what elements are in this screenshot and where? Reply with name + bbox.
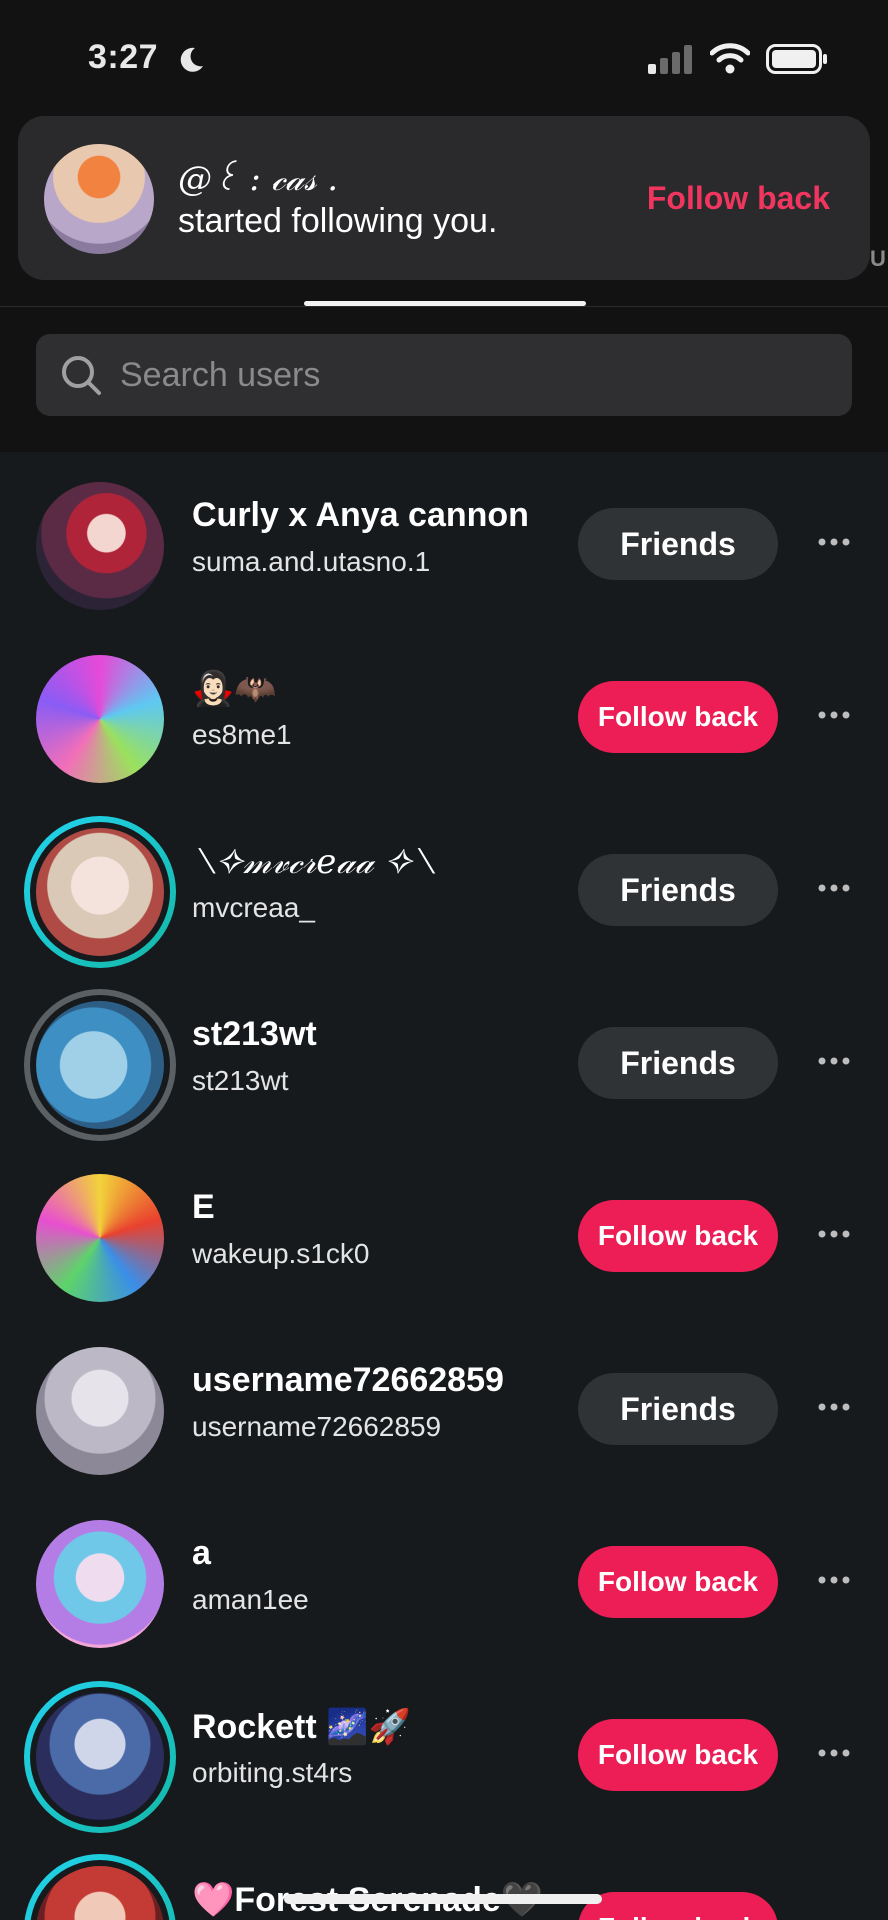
more-options-icon[interactable] <box>816 882 852 894</box>
user-row[interactable]: Curly x Anya cannon suma.and.utasno.1 Fr… <box>0 452 888 624</box>
more-options-icon[interactable] <box>816 1574 852 1586</box>
user-display-name: Rockett 🌌🚀 <box>192 1708 411 1746</box>
search-icon <box>62 356 101 395</box>
user-row[interactable]: a aman1ee Follow back <box>0 1490 888 1662</box>
friends-button[interactable]: Friends <box>578 1373 778 1445</box>
friends-button[interactable]: Friends <box>578 854 778 926</box>
active-tab-indicator <box>304 301 586 306</box>
more-options-icon[interactable] <box>816 536 852 548</box>
user-handle: es8me1 <box>192 719 292 750</box>
user-handle: aman1ee <box>192 1584 309 1615</box>
user-handle: suma.and.utasno.1 <box>192 546 431 577</box>
user-row[interactable]: st213wt st213wt Friends <box>0 971 888 1143</box>
avatar[interactable] <box>36 1520 164 1648</box>
moon-icon <box>180 47 203 72</box>
more-options-icon[interactable] <box>816 1228 852 1240</box>
story-ring[interactable] <box>24 1681 176 1833</box>
wifi-icon <box>710 43 750 74</box>
avatar[interactable] <box>36 482 164 610</box>
follow-back-button[interactable]: Follow back <box>578 1892 778 1920</box>
more-options-icon[interactable] <box>816 709 852 721</box>
avatar <box>36 1001 164 1129</box>
user-handle: st213wt <box>192 1065 289 1096</box>
user-row[interactable]: ⟍✧𝓂𝓋𝒸𝓇𝑒𝒶𝒶 ✧⟍ mvcreaa_ Friends <box>0 798 888 970</box>
edge-tab-letter: U <box>870 246 886 271</box>
home-indicator[interactable] <box>284 1894 602 1904</box>
user-row[interactable]: 🩷Forest Serenade🖤 Follow back <box>0 1836 888 1920</box>
search-bar[interactable] <box>36 334 852 416</box>
notification-avatar <box>44 144 154 254</box>
follow-back-button[interactable]: Follow back <box>578 1200 778 1272</box>
user-handle: orbiting.st4rs <box>192 1757 353 1788</box>
user-row[interactable]: 🧛🏻‍♀️🦇 es8me1 Follow back <box>0 625 888 797</box>
notification-username: @꒰ : 𝒸𝒶𝓈 . <box>178 159 339 199</box>
avatar[interactable] <box>36 1174 164 1302</box>
follow-back-button[interactable]: Follow back <box>578 681 778 753</box>
user-handle: mvcreaa_ <box>192 892 315 923</box>
status-time: 3:27 <box>88 38 159 76</box>
avatar <box>36 1693 164 1821</box>
follow-back-button[interactable]: Follow back <box>578 1546 778 1618</box>
battery-icon <box>766 44 827 74</box>
status-bar: 3:27 <box>0 0 888 116</box>
user-row[interactable]: username72662859 username72662859 Friend… <box>0 1317 888 1489</box>
follow-back-button[interactable]: Follow back <box>578 1719 778 1791</box>
avatar <box>36 828 164 956</box>
user-display-name: 🧛🏻‍♀️🦇 <box>192 670 277 708</box>
user-display-name: ⟍✧𝓂𝓋𝒸𝓇𝑒𝒶𝒶 ✧⟍ <box>192 842 436 882</box>
user-display-name: st213wt <box>192 1015 317 1053</box>
more-options-icon[interactable] <box>816 1055 852 1067</box>
friends-button[interactable]: Friends <box>578 508 778 580</box>
more-options-icon[interactable] <box>816 1747 852 1759</box>
story-ring[interactable] <box>24 989 176 1141</box>
user-display-name: E <box>192 1188 215 1226</box>
friends-button[interactable]: Friends <box>578 1027 778 1099</box>
notification-follow-back-button[interactable]: Follow back <box>647 180 830 217</box>
user-display-name: username72662859 <box>192 1361 504 1399</box>
user-row[interactable]: E wakeup.s1ck0 Follow back <box>0 1144 888 1316</box>
user-handle: wakeup.s1ck0 <box>192 1238 370 1269</box>
user-row[interactable]: Rockett 🌌🚀 orbiting.st4rs Follow back <box>0 1663 888 1835</box>
avatar[interactable] <box>36 655 164 783</box>
user-display-name: Curly x Anya cannon <box>192 496 529 534</box>
more-options-icon[interactable] <box>816 1401 852 1413</box>
user-display-name: a <box>192 1534 211 1572</box>
tab-divider <box>0 306 888 307</box>
story-ring[interactable] <box>24 1854 176 1920</box>
top-area: 3:27 @꒰ : 𝒸𝒶𝓈 . started following you. F… <box>0 0 888 452</box>
follow-notification-banner[interactable]: @꒰ : 𝒸𝒶𝓈 . started following you. Follow… <box>18 116 870 280</box>
notification-message: started following you. <box>178 202 498 240</box>
signal-icon <box>648 45 692 74</box>
user-handle: username72662859 <box>192 1411 442 1442</box>
search-input[interactable] <box>120 334 820 416</box>
avatar[interactable] <box>36 1347 164 1475</box>
avatar <box>36 1866 164 1920</box>
story-ring[interactable] <box>24 816 176 968</box>
